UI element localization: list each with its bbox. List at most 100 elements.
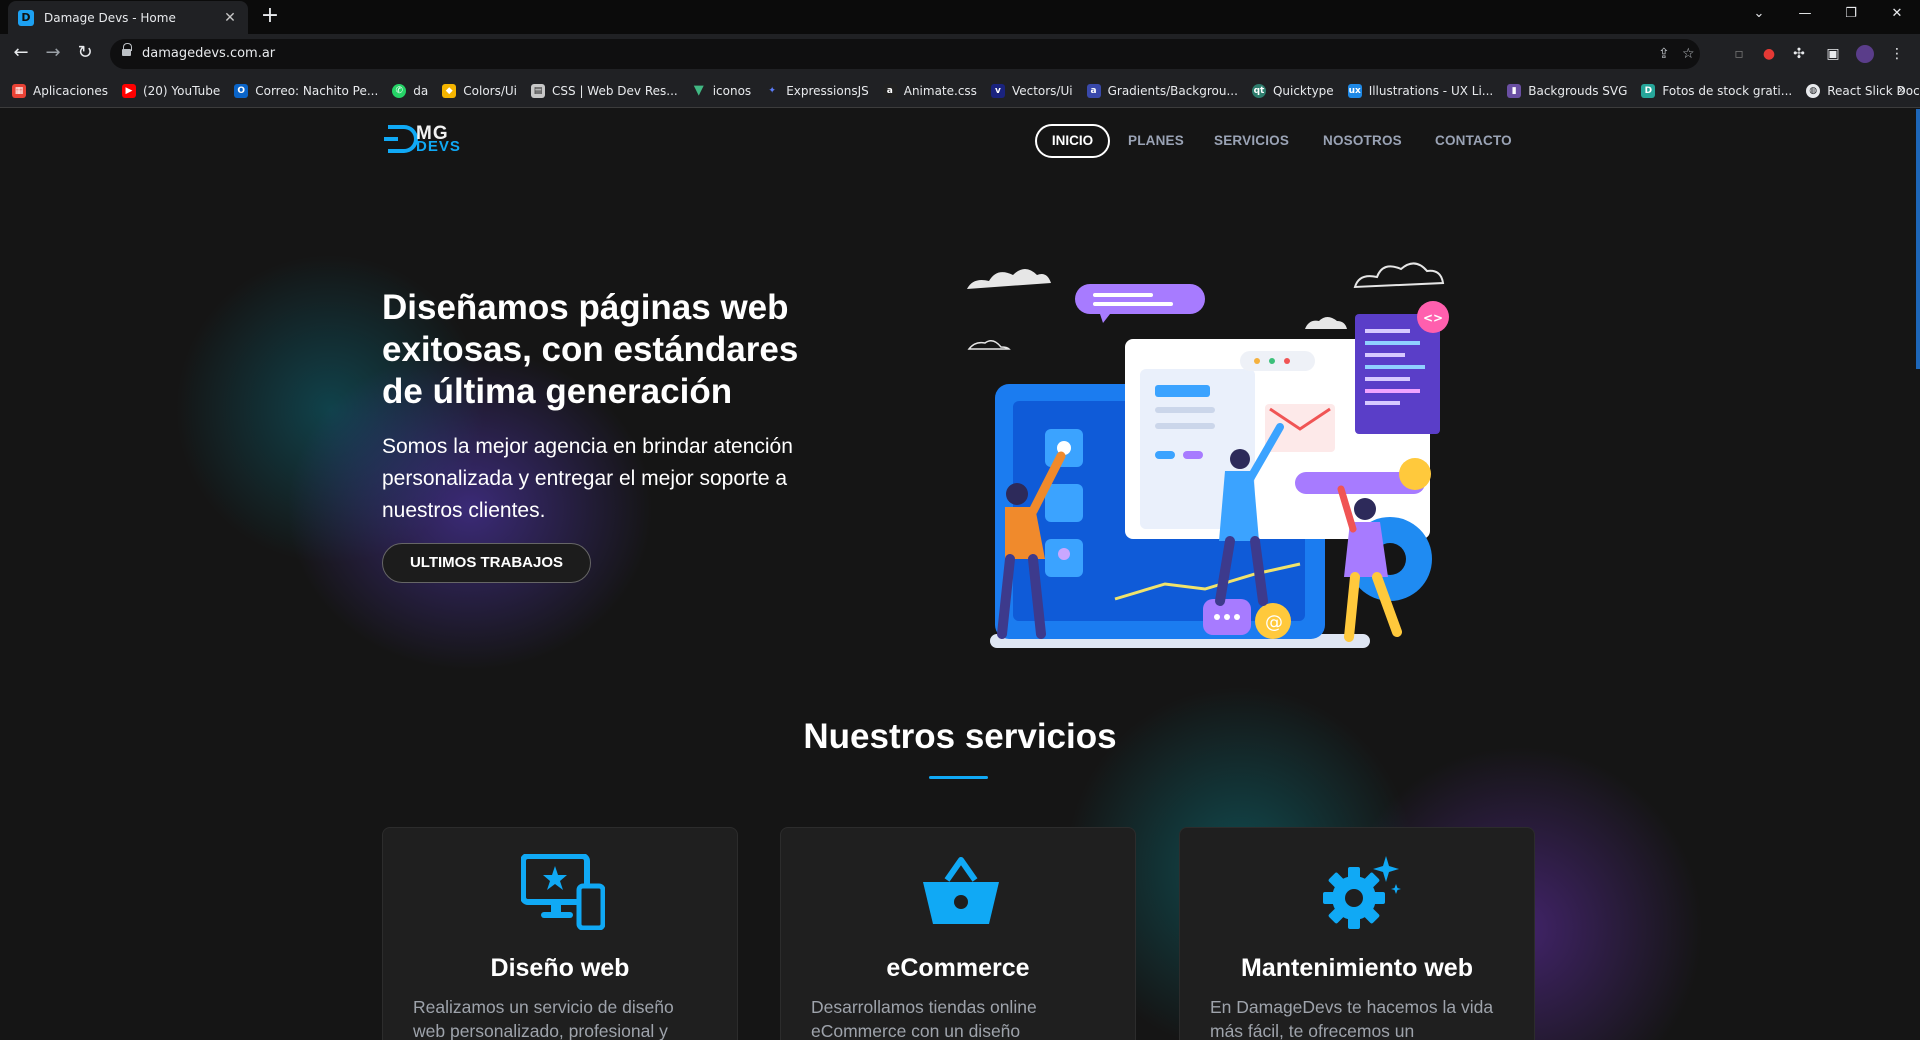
card-title: Diseño web [490,954,630,982]
service-card-mantenimiento[interactable]: Mantenimiento web En DamageDevs te hacem… [1179,827,1535,1040]
nav-servicios[interactable]: SERVICIOS [1214,133,1289,148]
vectors-icon: v [990,83,1005,98]
bookmark-item[interactable]: ▮ Backgrouds SVG [1507,83,1628,98]
bookmark-label: ExpressionsJS [786,83,869,98]
stock-photo-icon: D [1641,83,1656,98]
close-window-button[interactable]: ✕ [1874,0,1920,30]
bookmark-label: Aplicaciones [33,83,108,98]
animate-icon: a [882,83,897,98]
nav-nosotros[interactable]: NOSOTROS [1323,133,1402,148]
side-panel-icon[interactable]: ▣ [1824,45,1842,63]
url-text[interactable]: damagedevs.com.ar [142,46,275,61]
ultimos-trabajos-button[interactable]: ULTIMOS TRABAJOS [382,543,591,583]
site-logo[interactable]: MG DEVS [384,123,478,155]
bookmarks-bar: ▦ Aplicaciones ▶ (20) YouTube O Correo: Nac… [0,74,1920,108]
apps-grid-icon: ▦ [12,83,26,98]
bookmark-label: CSS | Web Dev Res... [552,83,678,98]
bookmark-item[interactable]: ▼ iconos [692,83,752,98]
card-description: Desarrollamos tiendas online eCommerce c… [811,997,1037,1040]
menu-kebab-icon[interactable]: ⋮ [1888,45,1906,63]
expressions-icon: ✦ [768,85,776,96]
hero-illustration: <> @ [967,262,1449,648]
cloud-outline-icon [1353,262,1445,289]
chat-bubble [1075,284,1205,314]
bookmark-label: Backgrouds SVG [1528,83,1628,98]
small-cloud-icon [1305,317,1347,329]
youtube-icon: ▶ [121,83,136,98]
tab-search-icon[interactable]: ⌄ [1736,0,1782,30]
logo-d-mark [384,125,418,153]
lock-icon[interactable] [122,43,132,58]
nav-contacto[interactable]: CONTACTO [1435,133,1512,148]
cloud-icon [967,269,1051,289]
css-icon: ▤ [531,83,546,98]
bookmark-label: Quicktype [1272,83,1334,98]
bookmark-item[interactable]: ▦ Aplicaciones [12,83,108,98]
card-description: Realizamos un servicio de diseño web per… [413,997,674,1040]
minimize-button[interactable]: — [1782,0,1828,30]
new-tab-button[interactable]: + [258,5,282,29]
browser-toolbar: ← → ↻ damagedevs.com.ar ⇪ ☆ ▫ ● ✣ ▣ ⋮ [0,34,1920,74]
vue-icon: ▼ [693,83,704,98]
outlook-icon: O [234,83,249,98]
services-title: Nuestros servicios [803,717,1117,756]
bookmark-item[interactable]: a Animate.css [882,83,977,98]
address-bar[interactable]: damagedevs.com.ar ⇪ ☆ [110,39,1700,69]
bookmark-item[interactable]: ▤ CSS | Web Dev Res... [531,83,678,98]
site-favicon-icon: D [18,9,34,26]
svg-text:@: @ [1265,612,1283,633]
logo-text-bottom: DEVS [416,138,461,155]
ux-icon: ux [1347,83,1362,98]
extension-gray-icon[interactable]: ▫ [1730,45,1748,63]
service-card-diseno-web[interactable]: Diseño web Realizamos un servicio de dis… [382,827,738,1040]
gear-sparkle-icon [1323,856,1401,929]
responsive-devices-icon [521,854,605,930]
bookmarks-overflow-icon[interactable]: » [1897,82,1906,98]
bookmark-label: Fotos de stock grati... [1662,83,1793,98]
extension-red-icon[interactable]: ● [1760,45,1778,63]
bookmark-label: Illustrations - UX Li... [1368,83,1494,98]
bookmark-item[interactable]: ✦ ExpressionsJS [765,83,869,98]
nav-planes[interactable]: PLANES [1128,133,1184,148]
browser-tab[interactable]: D Damage Devs - Home ✕ [8,1,248,34]
card-description: En DamageDevs te hacemos la vida más fác… [1210,997,1494,1040]
share-icon[interactable]: ⇪ [1658,46,1670,62]
bookmark-label: Gradients/Backgrou... [1107,83,1238,98]
extensions-puzzle-icon[interactable]: ✣ [1790,45,1808,63]
bookmark-item[interactable]: ▶ (20) YouTube [121,83,221,98]
bookmark-item[interactable]: ux Illustrations - UX Li... [1347,83,1494,98]
quicktype-icon: qt [1251,83,1266,98]
bookmark-label: Animate.css [903,83,977,98]
reload-icon[interactable]: ↻ [73,42,97,66]
gradients-icon: a [1086,83,1101,98]
service-card-ecommerce[interactable]: eCommerce Desarrollamos tiendas online e… [780,827,1136,1040]
globe-icon: ◍ [1806,83,1821,98]
card-title: eCommerce [886,954,1030,982]
shopping-basket-icon [923,857,999,924]
bookmark-label: Correo: Nachito Pe... [255,83,379,98]
restore-button[interactable]: ❐ [1828,0,1874,30]
nav-inicio[interactable]: INICIO [1035,124,1110,158]
bookmark-label: Colors/Ui [463,83,518,98]
scrollbar[interactable] [1916,109,1920,369]
colors-icon: ◆ [442,83,457,98]
close-tab-icon[interactable]: ✕ [222,10,238,26]
whatsapp-icon: ✆ [392,83,407,98]
tiny-cloud-icon [967,340,1011,350]
back-arrow-icon[interactable]: ← [9,42,33,66]
bookmark-item[interactable]: ◆ Colors/Ui [442,83,518,98]
bookmark-item[interactable]: O Correo: Nachito Pe... [234,83,379,98]
bookmark-item[interactable]: qt Quicktype [1251,83,1334,98]
tab-title: Damage Devs - Home [44,10,176,25]
bookmark-item[interactable]: a Gradients/Backgrou... [1086,83,1238,98]
bookmark-label: (20) YouTube [142,83,221,98]
bookmark-label: iconos [712,83,752,98]
bookmark-item[interactable]: D Fotos de stock grati... [1641,83,1793,98]
forward-arrow-icon[interactable]: → [41,42,65,66]
hero-title: Diseñamos páginas web exitosas, con está… [382,288,799,411]
profile-avatar[interactable] [1856,45,1874,63]
bookmark-star-icon[interactable]: ☆ [1682,46,1695,62]
bookmark-item[interactable]: v Vectors/Ui [990,83,1073,98]
bookmark-label: React Slick Docume... [1827,83,1920,98]
bookmark-item[interactable]: ✆ da [392,83,428,98]
